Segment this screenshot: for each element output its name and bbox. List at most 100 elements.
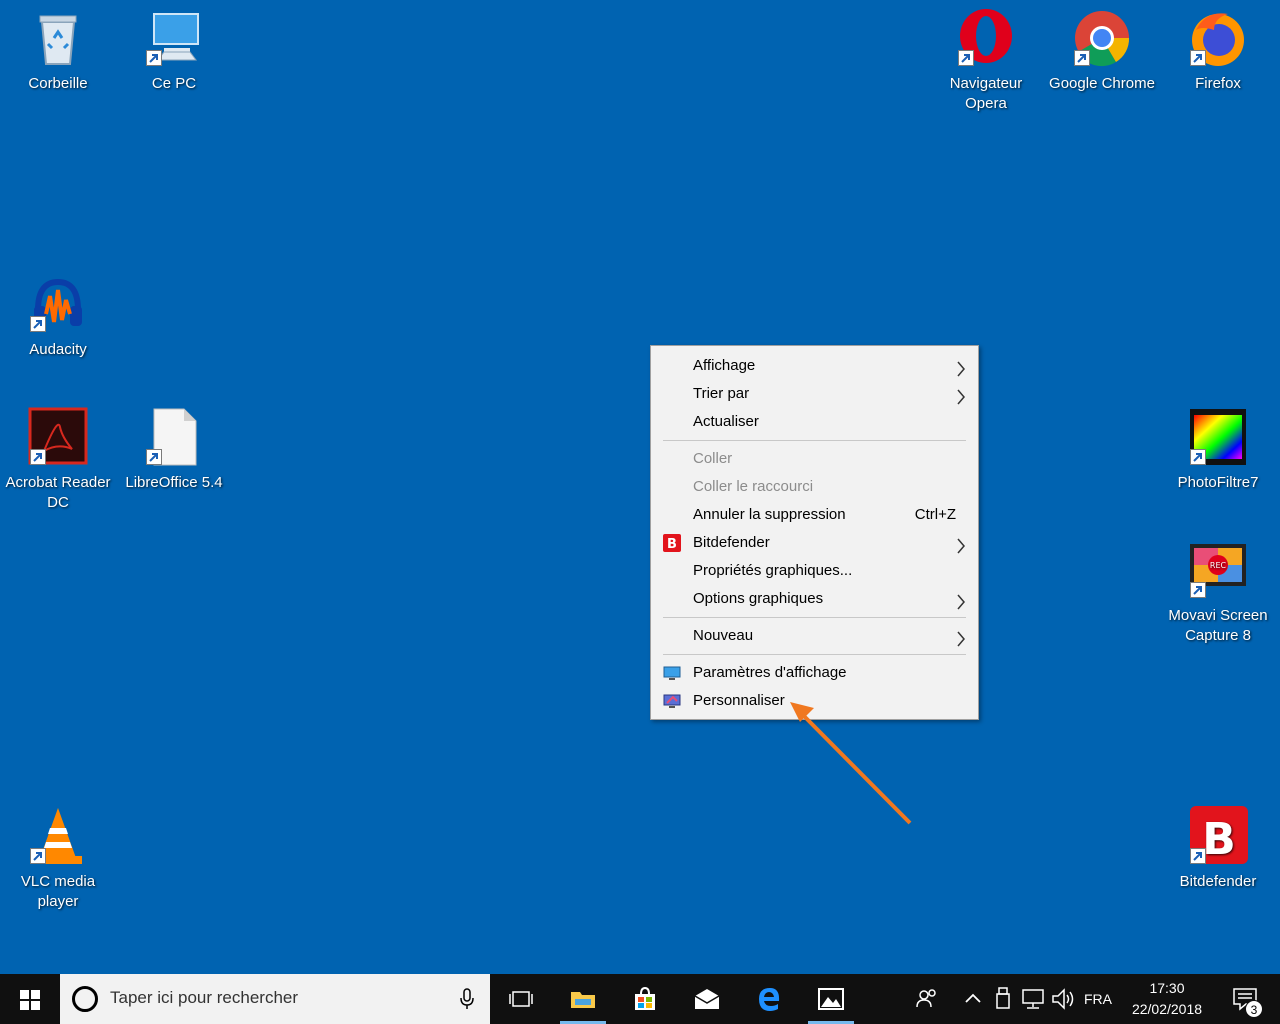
- store-button[interactable]: [620, 974, 670, 1024]
- search-box[interactable]: Taper ici pour rechercher: [60, 974, 490, 1024]
- movavi-screen-capture-icon: REC: [1188, 540, 1248, 600]
- speaker-icon: [1052, 988, 1074, 1010]
- folder-icon: [571, 992, 595, 1008]
- shortcut-arrow-icon: [1190, 848, 1206, 864]
- desktop-icon-chrome[interactable]: Google Chrome: [1046, 8, 1158, 94]
- desktop-icon-vlc[interactable]: VLC media player: [2, 806, 114, 912]
- desktop-context-menu: Affichage Trier par Actualiser Coller Co…: [650, 345, 979, 720]
- taskbar: Taper ici pour rechercher FRA 17:30 22/0…: [0, 974, 1280, 1024]
- icon-label: VLC media player: [20, 873, 96, 910]
- menu-item-parametres-affichage[interactable]: Paramètres d'affichage: [651, 659, 978, 687]
- edge-browser-icon: [759, 988, 780, 1011]
- icon-label: Corbeille: [28, 75, 88, 92]
- file-explorer-button[interactable]: [558, 974, 608, 1024]
- windows-logo-icon: [20, 990, 40, 1010]
- chevron-right-icon: [956, 536, 966, 554]
- desktop-icon-opera[interactable]: Navigateur Opera: [930, 8, 1042, 114]
- desktop-icon-ce-pc[interactable]: Ce PC: [118, 8, 230, 94]
- rec-badge: REC: [1210, 561, 1227, 570]
- computer-icon: [144, 8, 204, 68]
- menu-separator: [663, 617, 966, 618]
- menu-item-label: Options graphiques: [693, 590, 824, 607]
- volume-tray-button[interactable]: [1038, 974, 1078, 1024]
- bitdefender-icon: B: [1188, 806, 1248, 866]
- menu-item-label: Coller: [693, 450, 733, 467]
- photos-button[interactable]: [806, 974, 856, 1024]
- clock-time: 17:30: [1149, 980, 1185, 996]
- menu-item-label: Trier par: [693, 385, 750, 402]
- photos-icon: [818, 988, 844, 1010]
- people-button[interactable]: [902, 974, 952, 1024]
- shortcut-arrow-icon: [30, 449, 46, 465]
- annotation-arrow: [790, 702, 912, 825]
- icon-label: PhotoFiltre7: [1177, 474, 1259, 491]
- menu-item-trier-par[interactable]: Trier par: [651, 380, 978, 408]
- firefox-icon: [1188, 8, 1248, 68]
- icon-label: LibreOffice 5.4: [125, 474, 223, 491]
- icon-label: Bitdefender: [1179, 873, 1257, 890]
- edge-button[interactable]: [744, 974, 794, 1024]
- menu-item-nouveau[interactable]: Nouveau: [651, 622, 978, 650]
- microphone-icon[interactable]: [460, 988, 474, 1010]
- menu-item-label: Annuler la suppression: [693, 506, 846, 523]
- menu-item-actualiser[interactable]: Actualiser: [651, 408, 978, 436]
- menu-item-label: Nouveau: [693, 627, 754, 644]
- shortcut-arrow-icon: [1190, 449, 1206, 465]
- desktop-icon-movavi[interactable]: REC Movavi Screen Capture 8: [1162, 540, 1274, 646]
- menu-item-label: Bitdefender: [693, 534, 770, 551]
- notification-count: 3: [1250, 1003, 1258, 1017]
- vlc-icon: [28, 806, 88, 866]
- desktop-icon-corbeille[interactable]: Corbeille: [2, 8, 114, 94]
- shortcut-arrow-icon: [146, 50, 162, 66]
- bitdefender-icon: B: [663, 534, 681, 552]
- menu-item-label: Personnaliser: [693, 692, 785, 709]
- icon-label: Ce PC: [151, 75, 197, 92]
- mail-icon: [694, 989, 720, 1009]
- personalize-icon: [663, 692, 681, 710]
- cortana-icon: [72, 986, 98, 1012]
- desktop-icon-libreoffice[interactable]: LibreOffice 5.4: [118, 407, 230, 493]
- clock[interactable]: 17:30 22/02/2018: [1122, 978, 1212, 1020]
- desktop-icon-bitdefender[interactable]: B Bitdefender: [1162, 806, 1274, 892]
- icon-label: Firefox: [1195, 75, 1241, 92]
- store-bag-icon: [635, 986, 655, 1010]
- icon-label: Audacity: [29, 341, 87, 358]
- language-indicator[interactable]: FRA: [1076, 974, 1120, 1024]
- chevron-right-icon: [956, 359, 966, 377]
- menu-item-annuler-suppression[interactable]: Annuler la suppression Ctrl+Z: [651, 501, 978, 529]
- menu-item-label: Paramètres d'affichage: [693, 664, 847, 681]
- task-view-button[interactable]: [496, 974, 546, 1024]
- people-icon: [916, 989, 936, 1008]
- shortcut-arrow-icon: [30, 848, 46, 864]
- menu-item-options-graphiques[interactable]: Options graphiques: [651, 585, 978, 613]
- photofiltre-icon: [1188, 407, 1248, 467]
- action-center-button[interactable]: 3: [1220, 974, 1270, 1024]
- mail-button[interactable]: [682, 974, 732, 1024]
- audacity-icon: [28, 274, 88, 334]
- shortcut-arrow-icon: [146, 449, 162, 465]
- libreoffice-icon: [144, 407, 204, 467]
- desktop-icon-audacity[interactable]: Audacity: [2, 274, 114, 360]
- chrome-icon: [1072, 8, 1132, 68]
- menu-item-proprietes-graphiques[interactable]: Propriétés graphiques...: [651, 557, 978, 585]
- menu-item-label: Affichage: [693, 357, 756, 374]
- desktop-icon-photofiltre[interactable]: PhotoFiltre7: [1162, 407, 1274, 493]
- start-button[interactable]: [0, 974, 60, 1024]
- icon-label: Google Chrome: [1049, 75, 1155, 92]
- shortcut-arrow-icon: [1074, 50, 1090, 66]
- shortcut-arrow-icon: [1190, 582, 1206, 598]
- desktop-icon-firefox[interactable]: Firefox: [1162, 8, 1274, 94]
- chevron-right-icon: [956, 629, 966, 647]
- menu-separator: [663, 654, 966, 655]
- menu-item-affichage[interactable]: Affichage: [651, 352, 978, 380]
- search-placeholder: Taper ici pour rechercher: [110, 988, 299, 1007]
- icon-label: Movavi Screen Capture 8: [1168, 607, 1268, 644]
- desktop-icon-acrobat[interactable]: Acrobat Reader DC: [2, 407, 114, 513]
- task-view-icon: [509, 991, 533, 1007]
- recycle-bin-icon: [28, 8, 88, 68]
- clock-date: 22/02/2018: [1131, 1001, 1203, 1017]
- menu-item-label: Propriétés graphiques...: [693, 562, 853, 579]
- menu-item-bitdefender[interactable]: B Bitdefender: [651, 529, 978, 557]
- menu-item-label: Coller le raccourci: [693, 478, 814, 495]
- opera-icon: [956, 8, 1016, 68]
